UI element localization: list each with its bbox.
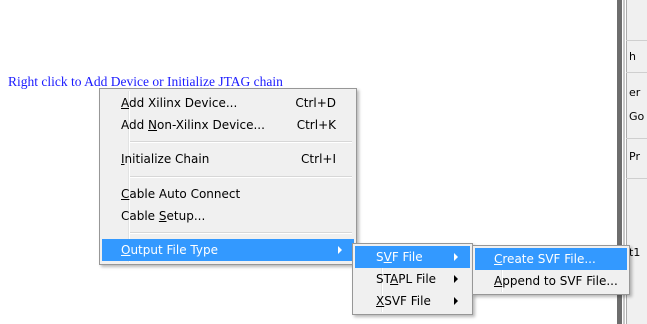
window-fragment-text: Pr [629,150,640,163]
menu-item-stapl-file[interactable]: STAPL File [355,268,470,290]
divider [626,40,647,41]
window-fragment-text: Go [629,110,645,123]
window-fragment-text: t1 [629,246,641,259]
menu-item-output-file-type[interactable]: Output File Type [102,239,354,261]
menu-item-label: Add Xilinx Device... [121,96,238,110]
submenu-arrow-icon [454,275,458,283]
menu-item-label: Cable Setup... [121,209,206,223]
menu-item-append-to-svf-file[interactable]: Append to SVF File... [475,270,627,292]
window-fragment-text: h [629,50,636,63]
menu-item-label: Cable Auto Connect [121,187,241,201]
menu-item-label: XSVF File [376,294,431,308]
output-file-type-submenu: SVF File STAPL File XSVF File [352,243,473,315]
menu-item-label: Initialize Chain [121,152,210,166]
shortcut-label: Ctrl+I [301,152,336,166]
window-fragment-text: er [629,86,641,99]
menu-item-create-svf-file[interactable]: Create SVF File... [475,248,627,270]
divider [626,138,647,139]
menu-item-cable-setup[interactable]: Cable Setup... [102,205,354,227]
menu-item-label: STAPL File [376,272,437,286]
divider [626,178,647,179]
menu-item-initialize-chain[interactable]: Initialize Chain Ctrl+I [102,148,354,170]
menu-item-label: Output File Type [121,243,218,257]
menu-separator [130,176,352,178]
menu-separator [130,232,352,234]
menu-item-add-xilinx-device[interactable]: Add Xilinx Device... Ctrl+D [102,92,354,114]
menu-item-label: SVF File [376,250,423,264]
menu-separator [130,141,352,143]
svf-file-submenu: Create SVF File... Append to SVF File... [472,245,630,295]
menu-item-label: Create SVF File... [494,252,596,266]
menu-item-xsvf-file[interactable]: XSVF File [355,290,470,312]
menu-item-label: Add Non-Xilinx Device... [121,118,265,132]
context-menu: Add Xilinx Device... Ctrl+D Add Non-Xili… [99,88,357,265]
submenu-arrow-icon [338,246,342,254]
menu-item-add-non-xilinx-device[interactable]: Add Non-Xilinx Device... Ctrl+K [102,114,354,136]
submenu-arrow-icon [454,253,458,261]
submenu-arrow-icon [454,297,458,305]
shortcut-label: Ctrl+D [295,96,336,110]
menu-item-cable-auto-connect[interactable]: Cable Auto Connect [102,183,354,205]
menu-item-label: Append to SVF File... [494,274,618,288]
divider [626,72,647,73]
menu-item-svf-file[interactable]: SVF File [355,246,470,268]
shortcut-label: Ctrl+K [296,118,336,132]
